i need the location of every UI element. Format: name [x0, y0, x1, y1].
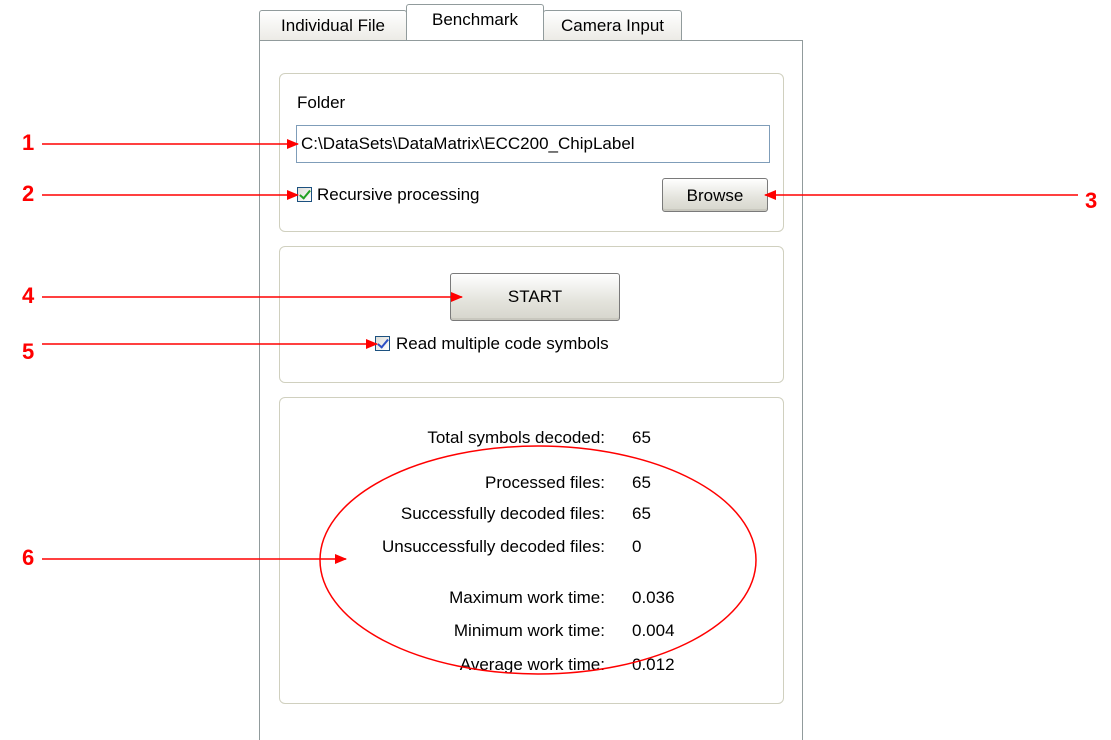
stat-value-successful-files: 65 [632, 504, 651, 523]
recursive-processing-label: Recursive processing [317, 185, 480, 204]
stat-value-max-work-time: 0.036 [632, 588, 675, 607]
folder-label: Folder [297, 93, 346, 112]
stat-value-min-work-time: 0.004 [632, 621, 675, 640]
stat-label-total-symbols: Total symbols decoded: [427, 428, 605, 447]
callout-number-3: 3 [1085, 188, 1098, 213]
callout-number-5: 5 [22, 339, 35, 364]
stat-value-total-symbols: 65 [632, 428, 651, 447]
tab-individual-file-label: Individual File [281, 16, 385, 35]
tab-individual-file[interactable]: Individual File [259, 10, 407, 40]
tab-benchmark[interactable]: Benchmark [406, 4, 544, 40]
recursive-processing-checkbox[interactable] [297, 187, 312, 202]
stat-value-unsuccessful-files: 0 [632, 537, 642, 556]
tab-camera-input-label: Camera Input [561, 16, 664, 35]
tab-benchmark-label: Benchmark [432, 10, 518, 29]
stat-label-unsuccessful-files: Unsuccessfully decoded files: [381, 537, 605, 556]
folder-path-value: C:\DataSets\DataMatrix\ECC200_ChipLabel [301, 134, 635, 153]
stat-label-avg-work-time: Average work time: [459, 655, 605, 674]
callout-number-1: 1 [22, 130, 35, 155]
start-button[interactable]: START [450, 273, 620, 321]
stat-label-processed-files: Processed files: [485, 473, 605, 492]
browse-button-label: Browse [686, 186, 744, 205]
stat-label-successful-files: Successfully decoded files: [400, 504, 605, 523]
folder-path-field[interactable]: C:\DataSets\DataMatrix\ECC200_ChipLabel [296, 125, 770, 163]
callout-number-6: 6 [22, 545, 35, 570]
stat-label-min-work-time: Minimum work time: [453, 621, 605, 640]
stat-value-avg-work-time: 0.012 [632, 655, 675, 674]
stat-value-processed-files: 65 [632, 473, 651, 492]
tab-camera-input[interactable]: Camera Input [543, 10, 682, 40]
callout-number-4: 4 [22, 283, 35, 308]
stat-label-max-work-time: Maximum work time: [449, 588, 605, 607]
read-multiple-symbols-label: Read multiple code symbols [396, 334, 609, 353]
start-button-label: START [507, 287, 563, 306]
callout-number-2: 2 [22, 181, 35, 206]
read-multiple-symbols-checkbox[interactable] [375, 336, 390, 351]
browse-button[interactable]: Browse [662, 178, 768, 212]
